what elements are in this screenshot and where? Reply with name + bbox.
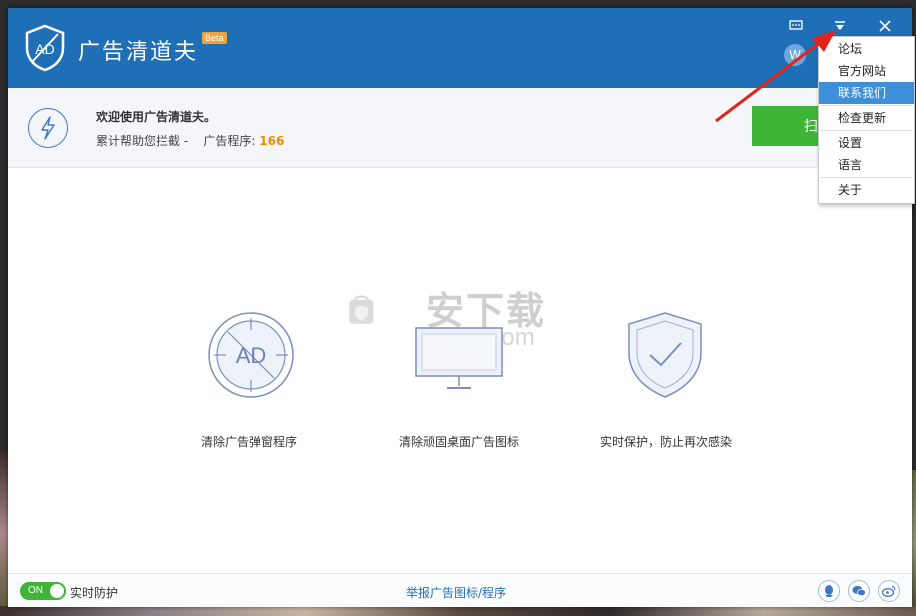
- menu-item-forum[interactable]: 论坛: [819, 38, 914, 60]
- info-bar: 欢迎使用广告清道夫。 累计帮助您拦截 - 广告程序: 166 扫: [8, 88, 912, 168]
- menu-separator: [821, 177, 912, 178]
- desktop-photo-edge-bottom: [0, 606, 916, 616]
- user-avatar[interactable]: W: [784, 44, 806, 66]
- app-title: 广告清道夫: [78, 40, 199, 65]
- svg-text:AD: AD: [236, 343, 267, 368]
- weibo-icon[interactable]: [878, 580, 900, 602]
- monitor-icon: [415, 327, 503, 389]
- realtime-protection-toggle[interactable]: ON: [20, 582, 66, 600]
- feature-label-popup: 清除广告弹窗程序: [201, 435, 298, 449]
- stats-prefix: 累计帮助您拦截 - 广告程序:: [96, 134, 260, 148]
- realtime-protection-label: 实时防护: [70, 586, 119, 600]
- close-icon[interactable]: [875, 16, 895, 36]
- main-menu-dropdown: 论坛 官方网站 联系我们 检查更新 设置 语言 关于: [818, 36, 915, 204]
- toggle-label: ON: [28, 585, 43, 596]
- feature-label-realtime: 实时保护，防止再次感染: [600, 435, 733, 449]
- menu-item-language[interactable]: 语言: [819, 154, 914, 176]
- feedback-icon[interactable]: [786, 16, 806, 36]
- feature-label-desktop-icons: 清除顽固桌面广告图标: [399, 435, 520, 449]
- wechat-icon[interactable]: [848, 580, 870, 602]
- menu-separator: [821, 105, 912, 106]
- app-logo-shield-icon: AD: [25, 24, 65, 72]
- menu-item-about[interactable]: 关于: [819, 179, 914, 201]
- menu-item-check-update[interactable]: 检查更新: [819, 107, 914, 129]
- menu-item-contact[interactable]: 联系我们: [819, 82, 914, 104]
- app-window: AD 广告清道夫 Beta W 欢迎使用广告清道夫。 累计帮助您拦截 - 广告程…: [8, 8, 912, 607]
- qq-icon[interactable]: [818, 580, 840, 602]
- menu-dropdown-icon[interactable]: [830, 16, 850, 36]
- welcome-text: 欢迎使用广告清道夫。: [96, 110, 217, 124]
- title-bar: AD 广告清道夫 Beta W: [8, 8, 912, 88]
- ad-count: 166: [259, 134, 285, 148]
- report-link[interactable]: 举报广告图标/程序: [406, 584, 506, 601]
- toggle-knob: [50, 584, 64, 598]
- shield-check-icon: [628, 312, 702, 398]
- menu-item-settings[interactable]: 设置: [819, 132, 914, 154]
- block-stats: 累计帮助您拦截 - 广告程序: 166: [96, 132, 284, 149]
- beta-badge: Beta: [202, 32, 227, 44]
- status-bar: ON 实时防护 举报广告图标/程序: [8, 573, 912, 607]
- ad-target-icon: AD: [208, 312, 294, 398]
- lightning-icon: [28, 108, 68, 148]
- menu-item-website[interactable]: 官方网站: [819, 60, 914, 82]
- menu-separator: [821, 130, 912, 131]
